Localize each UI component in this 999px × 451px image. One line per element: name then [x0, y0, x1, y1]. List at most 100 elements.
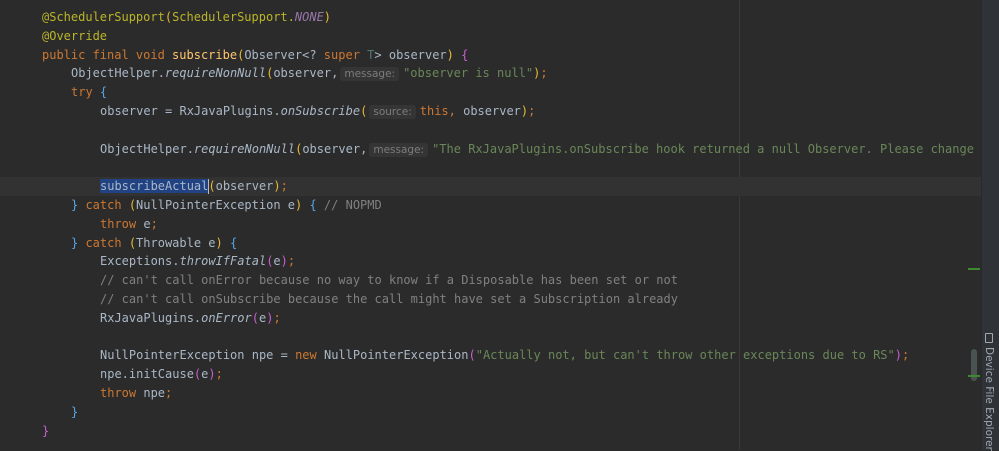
code-line[interactable]: npe.initCause(e);	[0, 365, 981, 384]
device-file-explorer-label: Device File Explorer	[983, 347, 995, 451]
code-token: RxJavaPlugins.	[100, 310, 202, 325]
code-token: observer,	[273, 66, 339, 81]
code-token: public final void	[42, 47, 173, 62]
code-line[interactable]: Exceptions.throwIfFatal(e);	[0, 252, 981, 271]
code-token: this	[419, 104, 449, 118]
code-line[interactable]: @SchedulerSupport(SchedulerSupport.NONE)	[0, 8, 981, 27]
code-token: ;	[528, 104, 536, 118]
code-token: // can't call onError because no way to …	[100, 273, 678, 288]
code-token: throw	[100, 216, 144, 231]
code-token: {	[461, 47, 469, 62]
code-token: SchedulerSupport.	[172, 10, 295, 24]
code-line[interactable]: throw npe;	[0, 384, 981, 403]
code-token: ;	[215, 367, 223, 382]
code-token: Throwable e	[136, 235, 216, 250]
code-token: @Override	[42, 28, 108, 43]
code-token: )	[215, 235, 223, 250]
code-line[interactable]: // can't call onSubscribe because the ca…	[0, 290, 981, 309]
code-token: @SchedulerSupport	[42, 10, 165, 24]
code-token: ObjectHelper.	[71, 66, 165, 81]
code-line[interactable]: // can't call onError because no way to …	[0, 271, 981, 290]
code-line[interactable]: NullPointerException npe = new NullPoint…	[0, 346, 981, 365]
code-token: onError	[201, 310, 252, 325]
code-token: requireNonNull	[164, 66, 267, 81]
code-token: npe	[143, 386, 166, 400]
code-line-current[interactable]: subscribeActual(observer);	[0, 177, 981, 197]
code-token: catch	[78, 235, 129, 250]
code-token: e	[273, 254, 281, 269]
code-token: )	[446, 47, 454, 62]
code-token: e	[143, 216, 151, 231]
parameter-hint: message:	[369, 142, 429, 157]
code-line[interactable]: ObjectHelper.requireNonNull(observer, mes…	[0, 64, 981, 83]
code-token: {	[230, 235, 238, 250]
code-token: onSubscribe	[280, 104, 361, 118]
code-token: observer = RxJavaPlugins.	[100, 104, 281, 118]
code-token: ;	[273, 310, 281, 325]
code-token: super	[323, 47, 368, 62]
code-token: "observer is null"	[403, 66, 534, 81]
code-token: (	[128, 235, 137, 250]
device-file-explorer-tab[interactable]: Device File Explorer	[983, 333, 995, 451]
code-line[interactable]: } catch (Throwable e) {	[0, 234, 981, 253]
code-line[interactable]: } catch (NullPointerException e) { // NO…	[0, 196, 981, 215]
code-line[interactable]: @Override	[0, 27, 981, 46]
phone-icon	[985, 333, 993, 343]
code-token: (	[208, 179, 216, 194]
parameter-hint: source:	[369, 105, 416, 119]
code-line[interactable]	[0, 121, 981, 140]
code-token: ;	[150, 216, 158, 231]
code-token: ;	[287, 254, 296, 269]
code-token: npe.initCause	[100, 367, 194, 382]
code-token: NullPointerException	[323, 348, 469, 363]
parameter-hint: message:	[340, 67, 400, 82]
code-token: }	[71, 404, 79, 419]
code-token: ObjectHelper.	[100, 141, 194, 156]
code-token: subscribe	[172, 47, 238, 62]
code-token: // can't call onSubscribe because the ca…	[100, 292, 678, 306]
code-token: new	[295, 348, 324, 363]
code-token: ;	[165, 386, 173, 400]
code-line[interactable]: }	[0, 403, 981, 422]
code-line[interactable]: ObjectHelper.requireNonNull(observer, mes…	[0, 140, 981, 159]
code-token: catch	[78, 198, 129, 212]
change-marker[interactable]	[968, 268, 980, 270]
code-token: ;	[540, 66, 548, 81]
code-line[interactable]: throw e;	[0, 215, 981, 234]
code-token: throw	[100, 386, 144, 400]
code-token: observer,	[302, 141, 368, 156]
code-token: "The RxJavaPlugins.onSubscribe hook retu…	[432, 141, 974, 156]
code-token: {	[309, 198, 317, 212]
code-token: )	[894, 348, 902, 363]
code-line[interactable]: public final void subscribe(Observer<? s…	[0, 46, 981, 65]
code-line[interactable]	[0, 328, 981, 347]
change-marker[interactable]	[968, 375, 980, 377]
selected-text: subscribeActual	[100, 179, 209, 194]
code-token: )	[280, 254, 288, 269]
code-line[interactable]: observer = RxJavaPlugins.onSubscribe(sou…	[0, 102, 981, 121]
code-token: try	[71, 85, 100, 100]
code-token: (	[251, 310, 259, 325]
code-token: observer	[215, 179, 274, 194]
code-token: "Actually not, but can't throw other exc…	[475, 348, 895, 363]
code-token: )	[273, 179, 281, 194]
code-token: }	[42, 423, 50, 438]
code-token: NullPointerException e	[136, 198, 295, 212]
code-token: ;	[901, 348, 910, 363]
code-line[interactable]: try {	[0, 83, 981, 102]
code-token: throwIfFatal	[179, 254, 267, 269]
code-token: (	[468, 348, 476, 363]
code-line[interactable]: RxJavaPlugins.onError(e);	[0, 309, 981, 328]
code-token: ;	[280, 179, 288, 194]
code-token: NONE	[294, 10, 324, 24]
code-token: {	[99, 85, 108, 100]
code-editor[interactable]: @SchedulerSupport(SchedulerSupport.NONE)…	[0, 0, 981, 450]
code-token: ,	[448, 104, 464, 118]
code-token: > observer	[374, 47, 447, 62]
code-token: (	[164, 10, 173, 24]
code-token: // NOPMD	[316, 198, 382, 212]
code-line[interactable]	[0, 158, 981, 177]
right-tool-strip: Device File Explorer	[981, 0, 999, 451]
code-line[interactable]: }	[0, 422, 981, 441]
